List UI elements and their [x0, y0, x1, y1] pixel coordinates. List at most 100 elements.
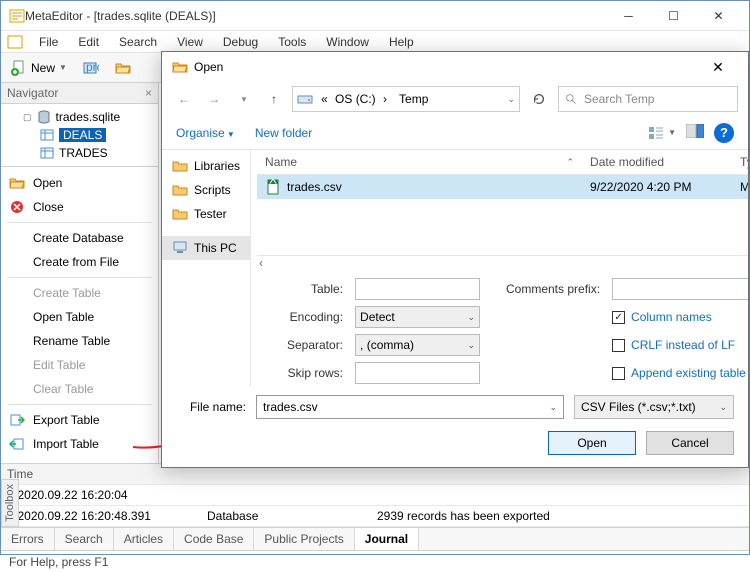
crlf-checkbox[interactable]: CRLF instead of LF [612, 338, 748, 352]
tab-search[interactable]: Search [55, 528, 114, 550]
dialog-titlebar: Open ✕ [162, 52, 748, 82]
open-project-button[interactable]: proj [77, 58, 105, 78]
table-node-trades[interactable]: TRADES [39, 144, 158, 162]
col-name[interactable]: Name⌃ [257, 150, 582, 174]
cancel-button[interactable]: Cancel [646, 431, 734, 455]
view-button[interactable]: ▼ [648, 126, 676, 140]
open-dialog: Open ✕ ← → ▼ ↑ « OS (C:) › Temp ⌄ Search… [161, 51, 749, 468]
table-node-deals[interactable]: DEALS [39, 126, 158, 144]
pc-icon [172, 240, 188, 256]
minimize-button[interactable]: ─ [606, 2, 651, 30]
encoding-select[interactable]: Detect⌄ [355, 306, 480, 328]
recent-dropdown[interactable]: ▼ [232, 87, 256, 111]
dialog-sidebar: Libraries Scripts Tester This PC [162, 150, 251, 387]
ctx-close[interactable]: Close [1, 195, 158, 219]
toolbox-side-label[interactable]: Toolbox [1, 479, 19, 527]
navigator-close-icon[interactable]: × [145, 86, 152, 100]
menu-search[interactable]: Search [109, 33, 167, 51]
toolbox-tabs: Errors Search Articles Code Base Public … [1, 527, 749, 550]
file-list: Name⌃ Date modified Type Xtrades.csv 9/2… [251, 150, 748, 387]
filename-input[interactable]: trades.csv⌄ [256, 395, 564, 419]
forward-button[interactable]: → [202, 87, 226, 111]
new-file-icon [11, 60, 27, 76]
open-folder-button[interactable] [109, 58, 137, 78]
log-cell [371, 485, 749, 506]
maximize-button[interactable]: ☐ [651, 2, 696, 30]
side-tester[interactable]: Tester [162, 202, 250, 226]
col-date[interactable]: Date modified [582, 150, 732, 174]
open-button[interactable]: Open [548, 431, 636, 455]
tab-errors[interactable]: Errors [1, 528, 55, 550]
log-cell [201, 485, 371, 506]
ctx-open[interactable]: Open [1, 171, 158, 195]
ctx-rename-table[interactable]: Rename Table [1, 329, 158, 353]
help-button[interactable]: ? [714, 123, 734, 143]
close-icon [9, 199, 25, 215]
column-names-checkbox[interactable]: ✓Column names [612, 310, 748, 324]
tab-public-projects[interactable]: Public Projects [254, 528, 354, 550]
folder-icon [172, 158, 188, 174]
up-button[interactable]: ↑ [262, 87, 286, 111]
filetype-select[interactable]: CSV Files (*.csv;*.txt)⌄ [574, 395, 734, 419]
sort-icon: ⌃ [566, 157, 574, 168]
close-button[interactable]: ✕ [696, 2, 741, 30]
dialog-close-button[interactable]: ✕ [698, 59, 738, 76]
tab-articles[interactable]: Articles [114, 528, 174, 550]
crumb-temp[interactable]: Temp [395, 92, 432, 106]
menu-window[interactable]: Window [316, 33, 379, 51]
menu-view[interactable]: View [167, 33, 213, 51]
menu-edit[interactable]: Edit [68, 33, 109, 51]
menu-tools[interactable]: Tools [268, 33, 316, 51]
ctx-create-from-file[interactable]: Create from File [1, 250, 158, 274]
new-folder-button[interactable]: New folder [255, 126, 312, 140]
new-label: New [31, 61, 55, 75]
menu-help[interactable]: Help [379, 33, 424, 51]
chevron-down-icon[interactable]: ⌄ [507, 94, 515, 105]
h-scrollbar[interactable]: ‹› [257, 255, 748, 270]
main-menubar: File Edit Search View Debug Tools Window… [1, 31, 749, 53]
db-node[interactable]: ▢ trades.sqlite [23, 108, 158, 126]
ctx-export-table[interactable]: Export Table [1, 408, 158, 432]
ctx-import-table[interactable]: Import Table [1, 432, 158, 456]
export-icon [9, 412, 25, 428]
organise-button[interactable]: Organise [176, 126, 235, 140]
skiprows-input[interactable] [355, 362, 480, 384]
refresh-icon [532, 92, 546, 106]
tab-journal[interactable]: Journal [355, 528, 419, 550]
table-input[interactable] [355, 278, 480, 300]
side-scripts[interactable]: Scripts [162, 178, 250, 202]
app-title: MetaEditor - [trades.sqlite (DEALS)] [25, 9, 606, 23]
refresh-button[interactable] [526, 86, 552, 112]
search-input[interactable]: Search Temp [558, 86, 738, 112]
log-cell: ◌ 2020.09.22 16:20:48.391 [1, 506, 201, 527]
separator-select[interactable]: , (comma)⌄ [355, 334, 480, 356]
menu-debug[interactable]: Debug [213, 33, 268, 51]
separator [7, 404, 152, 405]
ctx-create-database[interactable]: Create Database [1, 226, 158, 250]
context-menu: Open Close Create Database Create from F… [1, 166, 158, 460]
menu-file[interactable]: File [29, 33, 68, 51]
preview-pane-button[interactable] [686, 124, 704, 141]
tab-code-base[interactable]: Code Base [174, 528, 254, 550]
side-libraries[interactable]: Libraries [162, 154, 250, 178]
db-label: trades.sqlite [56, 110, 121, 124]
expand-icon[interactable]: ▢ [23, 112, 32, 123]
ctx-open-table[interactable]: Open Table [1, 305, 158, 329]
filename-label: File name: [176, 400, 246, 414]
new-button[interactable]: New ▼ [5, 58, 73, 78]
separator-label: Separator: [267, 338, 349, 352]
append-checkbox[interactable]: Append existing table [612, 366, 748, 380]
status-text: For Help, press F1 [9, 555, 108, 569]
chevron-down-icon: ▼ [59, 63, 67, 72]
side-this-pc[interactable]: This PC [162, 236, 250, 260]
comments-input[interactable] [612, 278, 748, 300]
address-bar[interactable]: « OS (C:) › Temp ⌄ [292, 86, 520, 112]
encoding-label: Encoding: [267, 310, 349, 324]
col-type[interactable]: Type [732, 150, 748, 174]
comments-label: Comments prefix: [486, 282, 606, 296]
main-titlebar: MetaEditor - [trades.sqlite (DEALS)] ─ ☐… [1, 1, 749, 31]
back-button[interactable]: ← [172, 87, 196, 111]
log-cell: ◌ 2020.09.22 16:20:04 [1, 485, 201, 506]
file-row[interactable]: Xtrades.csv 9/22/2020 4:20 PM Micro [257, 175, 748, 199]
crumb-root[interactable]: « OS (C:) › [317, 92, 391, 106]
